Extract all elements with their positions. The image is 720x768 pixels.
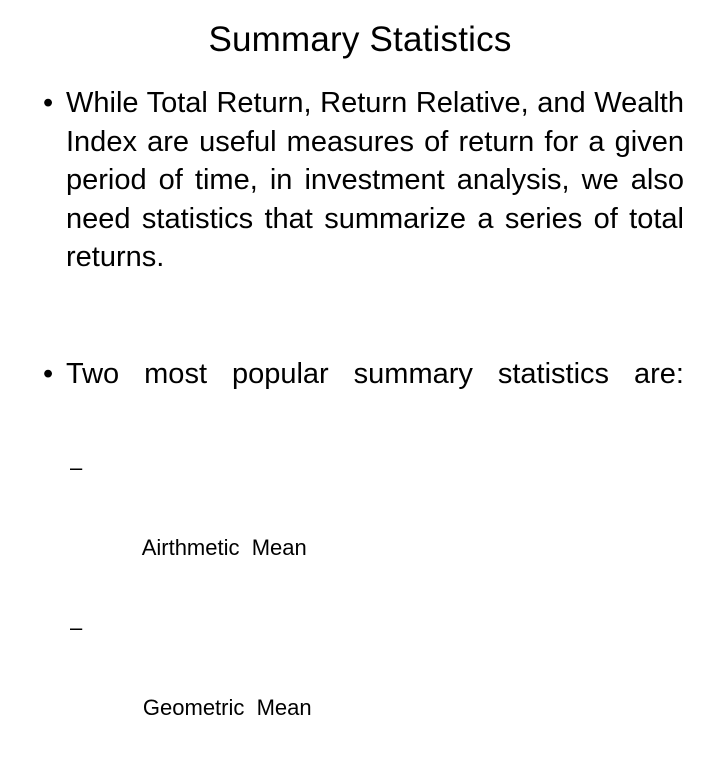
sub-bullet-list: – Airthmetic Mean – Geometric Mean <box>40 448 684 768</box>
bullet-text: While Total Return, Return Relative, and… <box>66 87 684 273</box>
slide: Summary Statistics • While Total Return,… <box>0 0 720 720</box>
sub-bullet-text: Geometric Mean <box>142 695 312 720</box>
bullet-dot-icon: • <box>43 87 54 119</box>
bullet-dot-icon: • <box>43 358 54 390</box>
bullet-item: • Two most popular summary statistics ar… <box>40 355 684 432</box>
bullet-spacer <box>40 315 684 355</box>
bullet-text: Two most popular summary statistics are: <box>66 358 684 390</box>
sub-bullet-text: Airthmetic Mean <box>141 535 307 560</box>
bullet-item: • While Total Return, Return Relative, a… <box>40 84 684 315</box>
sub-bullet-item: – Airthmetic Mean <box>70 448 684 608</box>
page-title: Summary Statistics <box>208 20 512 59</box>
dash-icon: – <box>70 455 83 480</box>
sub-bullet-item: – Geometric Mean <box>70 608 684 768</box>
slide-body: • While Total Return, Return Relative, a… <box>40 84 684 768</box>
dash-icon: – <box>70 615 83 640</box>
